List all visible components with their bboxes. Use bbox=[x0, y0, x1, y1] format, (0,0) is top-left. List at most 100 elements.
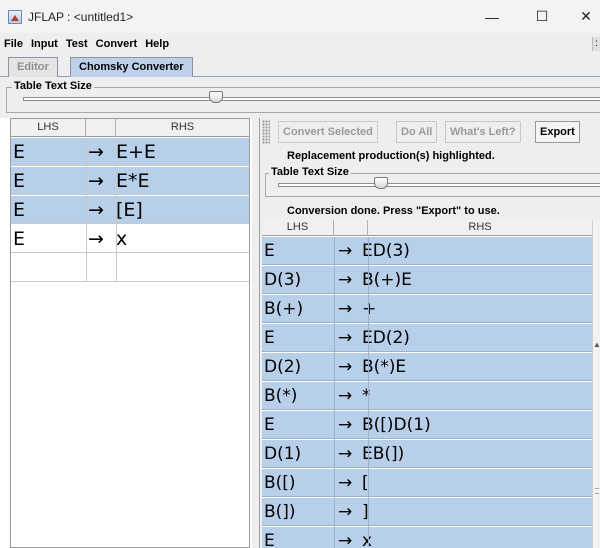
lhs-cell: B(]) bbox=[264, 502, 296, 522]
table-text-size-slider-thumb[interactable] bbox=[209, 91, 223, 103]
lhs-cell: E bbox=[264, 328, 275, 348]
arrow-cell: → bbox=[338, 328, 353, 348]
table-header: LHS RHS bbox=[262, 220, 592, 236]
table-row[interactable]: E → x bbox=[262, 527, 592, 548]
menu-convert[interactable]: Convert bbox=[96, 38, 138, 50]
close-button[interactable]: ✕ bbox=[564, 0, 600, 33]
table-row[interactable]: E → ED(3) bbox=[262, 237, 592, 265]
header-lhs: LHS bbox=[262, 220, 334, 236]
arrow-cell: → bbox=[338, 357, 353, 377]
converter-text-size-slider-track[interactable] bbox=[278, 183, 600, 187]
rhs-cell: E+E bbox=[116, 141, 156, 163]
lhs-cell: E bbox=[13, 228, 26, 250]
arrow-cell: → bbox=[338, 241, 353, 261]
rhs-cell: E*E bbox=[116, 170, 150, 192]
lhs-cell: E bbox=[264, 531, 275, 548]
table-row[interactable]: E → E*E bbox=[11, 167, 249, 195]
table-row[interactable]: B(*) → * bbox=[262, 382, 592, 410]
arrow-cell: → bbox=[338, 270, 353, 290]
jflap-app-icon bbox=[8, 9, 22, 24]
arrow-cell: → bbox=[88, 170, 104, 192]
tab-chomsky-converter[interactable]: Chomsky Converter bbox=[70, 57, 193, 77]
rhs-cell: B(*)E bbox=[362, 357, 407, 377]
converter-table-text-size-label: Table Text Size bbox=[269, 166, 351, 178]
converted-table-scrollbar[interactable]: ▲ bbox=[592, 220, 600, 548]
table-row-empty[interactable] bbox=[11, 254, 249, 282]
original-grammar-table: LHS RHS E → E+E E → E*E E → [E] E → x bbox=[10, 118, 250, 548]
arrow-cell: → bbox=[338, 386, 353, 406]
arrow-cell: → bbox=[338, 502, 353, 522]
lhs-cell: B(+) bbox=[264, 299, 304, 319]
lhs-cell: B(*) bbox=[264, 386, 298, 406]
tab-editor[interactable]: Editor bbox=[8, 57, 58, 77]
table-row[interactable]: E → [E] bbox=[11, 196, 249, 224]
table-row[interactable]: E → x bbox=[11, 225, 249, 253]
lhs-cell: E bbox=[13, 141, 26, 163]
table-text-size-panel: Table Text Size bbox=[0, 77, 600, 116]
lhs-cell: E bbox=[264, 241, 275, 261]
lhs-cell: E bbox=[13, 199, 26, 221]
arrow-cell: → bbox=[88, 199, 104, 221]
conversion-done-message: Conversion done. Press "Export" to use. bbox=[287, 205, 500, 217]
maximize-button[interactable]: ☐ bbox=[520, 0, 564, 33]
scroll-up-icon[interactable]: ▲ bbox=[593, 340, 600, 349]
menu-help[interactable]: Help bbox=[145, 38, 169, 50]
rhs-cell: B([)D(1) bbox=[362, 415, 431, 435]
table-row[interactable]: B(+) → + bbox=[262, 295, 592, 323]
lhs-cell: D(1) bbox=[264, 444, 302, 464]
header-rhs: RHS bbox=[170, 121, 195, 133]
converter-panel: Convert Selected Do All What's Left? Exp… bbox=[259, 118, 600, 548]
header-arrow bbox=[86, 119, 116, 137]
converter-table-text-size-group: Table Text Size bbox=[265, 166, 600, 197]
table-row[interactable]: B(]) → ] bbox=[262, 498, 592, 526]
whats-left-button[interactable]: What's Left? bbox=[445, 121, 521, 143]
table-row[interactable]: D(2) → B(*)E bbox=[262, 353, 592, 381]
arrow-cell: → bbox=[88, 141, 104, 163]
lhs-cell: D(2) bbox=[264, 357, 302, 377]
window-title: JFLAP : <untitled1> bbox=[28, 9, 134, 24]
lhs-cell: E bbox=[264, 415, 275, 435]
rhs-cell: [E] bbox=[116, 199, 143, 221]
lhs-cell: B([) bbox=[264, 473, 296, 493]
arrow-cell: → bbox=[338, 531, 353, 548]
converted-grammar-table: LHS RHS E → ED(3) D(3) → B(+)E B(+) → + … bbox=[262, 220, 592, 548]
minimize-button[interactable]: — bbox=[470, 0, 514, 33]
table-row[interactable]: E → E+E bbox=[11, 138, 249, 166]
table-row[interactable]: D(3) → B(+)E bbox=[262, 266, 592, 294]
table-text-size-group: Table Text Size bbox=[6, 80, 600, 113]
table-row[interactable]: B([) → [ bbox=[262, 469, 592, 497]
table-text-size-label: Table Text Size bbox=[12, 80, 94, 92]
title-bar: JFLAP : <untitled1> — ☐ ✕ bbox=[0, 0, 600, 33]
header-lhs: LHS bbox=[11, 119, 86, 137]
menu-input[interactable]: Input bbox=[31, 38, 58, 50]
replacement-message: Replacement production(s) highlighted. bbox=[287, 150, 495, 162]
table-row[interactable]: D(1) → EB(]) bbox=[262, 440, 592, 468]
arrow-cell: → bbox=[338, 415, 353, 435]
export-button[interactable]: Export bbox=[535, 121, 580, 143]
header-arrow bbox=[334, 220, 368, 236]
toolbar-grip-icon[interactable] bbox=[262, 120, 270, 144]
table-header: LHS RHS bbox=[11, 119, 249, 137]
do-all-button[interactable]: Do All bbox=[396, 121, 438, 143]
table-row[interactable]: E → ED(2) bbox=[262, 324, 592, 352]
menu-overflow-icon[interactable]: : bbox=[592, 37, 600, 51]
arrow-cell: → bbox=[338, 473, 353, 493]
split-pane-divider[interactable] bbox=[252, 118, 259, 548]
arrow-cell: → bbox=[338, 299, 353, 319]
converter-text-size-slider-thumb[interactable] bbox=[374, 177, 388, 189]
menu-bar: File Input Test Convert Help : bbox=[0, 33, 600, 55]
table-row[interactable]: E → B([)D(1) bbox=[262, 411, 592, 439]
tab-strip: Editor Chomsky Converter bbox=[0, 55, 600, 77]
convert-selected-button[interactable]: Convert Selected bbox=[278, 121, 378, 143]
table-text-size-slider-track[interactable] bbox=[23, 97, 600, 101]
header-rhs: RHS bbox=[468, 221, 492, 233]
arrow-cell: → bbox=[88, 228, 104, 250]
rhs-cell: EB(]) bbox=[362, 444, 405, 464]
scroll-grip-icon[interactable] bbox=[595, 488, 599, 494]
rhs-cell: x bbox=[360, 527, 372, 548]
menu-test[interactable]: Test bbox=[66, 38, 88, 50]
arrow-cell: → bbox=[338, 444, 353, 464]
menu-file[interactable]: File bbox=[4, 38, 23, 50]
lhs-cell: D(3) bbox=[264, 270, 302, 290]
lhs-cell: E bbox=[13, 170, 26, 192]
